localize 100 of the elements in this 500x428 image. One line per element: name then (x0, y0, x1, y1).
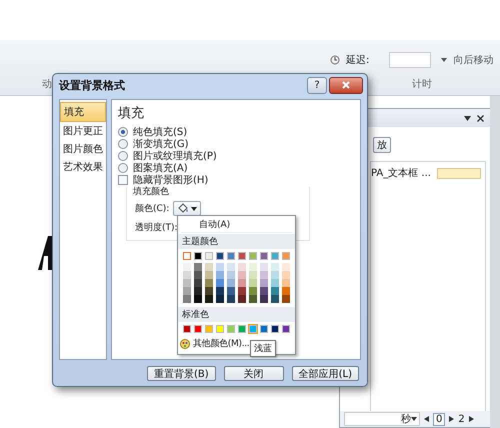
color-swatch[interactable] (194, 279, 202, 287)
color-swatch[interactable] (216, 263, 224, 271)
color-swatch[interactable] (205, 279, 213, 287)
color-swatch[interactable] (194, 287, 202, 295)
color-swatch[interactable] (238, 252, 246, 260)
color-swatch[interactable] (260, 263, 268, 271)
more-colors-option[interactable]: 其他颜色(M)... (178, 336, 252, 351)
color-swatch[interactable] (183, 271, 191, 279)
color-swatch[interactable] (227, 325, 235, 333)
close-dialog-button[interactable]: 关闭 (224, 366, 284, 380)
color-swatch[interactable] (238, 263, 246, 271)
color-swatch[interactable] (205, 271, 213, 279)
color-swatch[interactable] (205, 263, 213, 271)
scroll-left-icon[interactable] (424, 416, 429, 422)
color-swatch[interactable] (282, 295, 290, 303)
category-item[interactable]: 图片更正 (60, 122, 106, 140)
color-swatch[interactable] (282, 325, 290, 333)
color-swatch[interactable] (282, 279, 290, 287)
color-swatch[interactable] (271, 271, 279, 279)
color-swatch[interactable] (216, 252, 224, 260)
color-swatch[interactable] (238, 287, 246, 295)
category-item[interactable]: 艺术效果 (60, 158, 106, 176)
color-swatch[interactable] (183, 287, 191, 295)
color-swatch[interactable] (260, 287, 268, 295)
color-swatch[interactable] (205, 252, 213, 260)
color-swatch[interactable] (249, 279, 257, 287)
dropdown-icon[interactable] (464, 116, 471, 120)
close-icon[interactable] (477, 114, 484, 122)
radio-button[interactable] (118, 163, 128, 173)
category-item[interactable]: 图片颜色 (60, 140, 106, 158)
radio-label: 图案填充(A) (133, 162, 188, 174)
color-swatch[interactable] (227, 279, 235, 287)
delay-field[interactable] (389, 52, 432, 68)
animation-item[interactable]: PA_文本框 ... (371, 166, 431, 180)
color-swatch[interactable] (183, 279, 191, 287)
color-swatch[interactable] (260, 325, 268, 333)
color-swatch[interactable] (216, 295, 224, 303)
fill-color-button[interactable] (173, 201, 202, 216)
color-swatch[interactable] (282, 252, 290, 260)
color-swatch[interactable] (216, 325, 224, 333)
color-swatch[interactable] (205, 287, 213, 295)
color-swatch[interactable] (227, 252, 235, 260)
close-button[interactable] (329, 76, 363, 94)
help-button[interactable]: ? (307, 76, 327, 94)
radio-button[interactable] (118, 139, 128, 149)
color-swatch[interactable] (205, 295, 213, 303)
checkbox[interactable] (118, 175, 128, 185)
color-swatch[interactable] (183, 263, 191, 271)
scroll-right-icon[interactable] (449, 416, 454, 422)
color-swatch[interactable] (205, 325, 213, 333)
color-swatch[interactable] (249, 263, 257, 271)
color-swatch[interactable] (227, 271, 235, 279)
color-swatch[interactable] (227, 263, 235, 271)
color-swatch[interactable] (216, 271, 224, 279)
automatic-color-option[interactable]: 自动(A) (181, 217, 292, 233)
color-swatch[interactable] (282, 287, 290, 295)
radio-button[interactable] (118, 127, 128, 137)
color-swatch[interactable] (271, 287, 279, 295)
color-swatch[interactable] (271, 263, 279, 271)
color-swatch[interactable] (194, 325, 202, 333)
color-swatch[interactable] (249, 271, 257, 279)
reset-background-button[interactable]: 重置背景(B) (146, 366, 216, 380)
color-swatch[interactable] (216, 279, 224, 287)
color-swatch[interactable] (249, 325, 257, 333)
color-swatch[interactable] (271, 295, 279, 303)
zoom-start-field[interactable]: 0 (433, 412, 446, 426)
color-swatch[interactable] (216, 287, 224, 295)
color-swatch[interactable] (282, 263, 290, 271)
move-later-button[interactable]: 向后移动 (453, 53, 494, 67)
color-swatch[interactable] (238, 271, 246, 279)
play-button[interactable]: 放 (373, 137, 391, 153)
scroll-right-icon[interactable] (468, 416, 474, 422)
color-swatch[interactable] (183, 295, 191, 303)
color-swatch[interactable] (194, 263, 202, 271)
color-swatch[interactable] (238, 325, 246, 333)
color-swatch[interactable] (271, 325, 279, 333)
theme-colors-heading: 主题颜色 (178, 234, 295, 249)
color-swatch[interactable] (260, 271, 268, 279)
apply-all-button[interactable]: 全部应用(L) (292, 366, 359, 380)
color-swatch[interactable] (282, 271, 290, 279)
color-swatch[interactable] (260, 279, 268, 287)
color-swatch[interactable] (227, 295, 235, 303)
color-swatch[interactable] (194, 252, 202, 260)
color-swatch[interactable] (194, 271, 202, 279)
color-swatch[interactable] (249, 287, 257, 295)
color-swatch[interactable] (227, 287, 235, 295)
color-swatch[interactable] (249, 252, 257, 260)
color-swatch[interactable] (183, 325, 191, 333)
color-swatch[interactable] (260, 295, 268, 303)
radio-button[interactable] (118, 151, 128, 161)
color-swatch[interactable] (271, 252, 279, 260)
color-swatch[interactable] (260, 252, 268, 260)
color-swatch[interactable] (194, 295, 202, 303)
category-item[interactable]: 填充 (60, 102, 106, 122)
color-swatch[interactable] (238, 295, 246, 303)
seconds-dropdown[interactable]: 秒 (344, 412, 420, 426)
color-swatch[interactable] (271, 279, 279, 287)
color-swatch[interactable] (238, 279, 246, 287)
color-swatch[interactable] (249, 295, 257, 303)
color-swatch[interactable] (183, 252, 191, 260)
